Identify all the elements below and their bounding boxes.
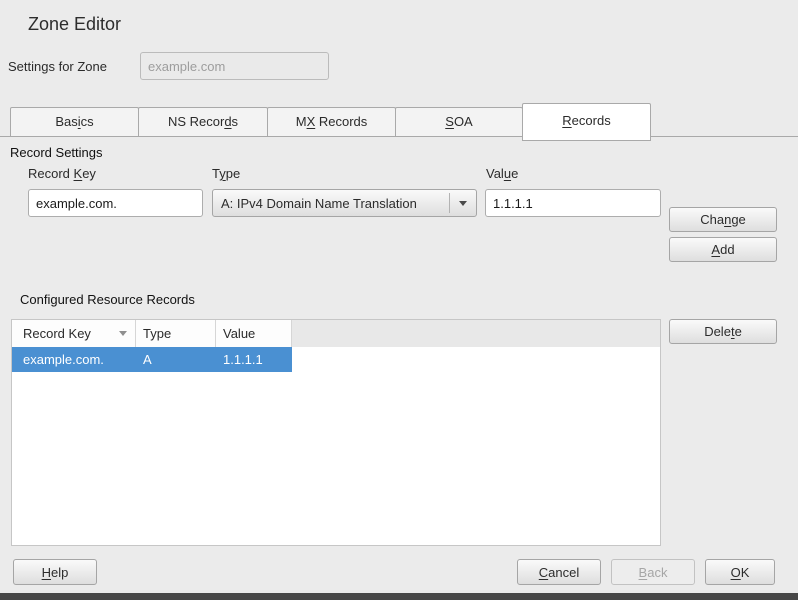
delete-button[interactable]: Delete <box>669 319 777 344</box>
column-header-value[interactable]: Value <box>216 320 292 347</box>
record-key-input[interactable] <box>28 189 203 217</box>
column-header-type-label: Type <box>143 326 171 341</box>
help-button[interactable]: Help <box>13 559 97 585</box>
dropdown-arrow-box <box>449 193 476 213</box>
tab-soa[interactable]: SOA <box>395 107 523 137</box>
table-header-row: Record Key Type Value <box>12 320 660 347</box>
chevron-down-icon <box>459 201 467 206</box>
type-select-value: A: IPv4 Domain Name Translation <box>213 196 449 211</box>
value-label: Value <box>486 166 518 181</box>
tab-records[interactable]: Records <box>522 103 651 141</box>
add-button[interactable]: Add <box>669 237 777 262</box>
column-header-filler <box>292 320 660 347</box>
tab-mx-records[interactable]: MX Records <box>267 107 396 137</box>
zone-input <box>140 52 329 80</box>
record-settings-heading: Record Settings <box>10 145 103 160</box>
sort-descending-icon <box>119 331 127 336</box>
column-header-record-key-label: Record Key <box>23 326 91 341</box>
page-title: Zone Editor <box>28 14 121 35</box>
ok-button[interactable]: OK <box>705 559 775 585</box>
back-button: Back <box>611 559 695 585</box>
cell-type: A <box>136 347 216 372</box>
zone-label: Settings for Zone <box>8 59 107 74</box>
column-header-value-label: Value <box>223 326 255 341</box>
table-row[interactable]: example.com. A 1.1.1.1 <box>12 347 292 372</box>
records-table: Record Key Type Value example.com. A 1.1… <box>11 319 661 546</box>
resource-records-heading: Configured Resource Records <box>20 292 195 307</box>
tab-basics[interactable]: Basics <box>10 107 139 137</box>
cancel-button[interactable]: Cancel <box>517 559 601 585</box>
cell-value: 1.1.1.1 <box>216 347 292 372</box>
change-button[interactable]: Change <box>669 207 777 232</box>
column-header-type[interactable]: Type <box>136 320 216 347</box>
record-key-label: Record Key <box>28 166 96 181</box>
window-edge-bar <box>0 593 798 600</box>
column-header-record-key[interactable]: Record Key <box>12 320 136 347</box>
value-input[interactable] <box>485 189 661 217</box>
type-label: Type <box>212 166 240 181</box>
tab-ns-records[interactable]: NS Records <box>138 107 268 137</box>
cell-record-key: example.com. <box>12 347 136 372</box>
type-select[interactable]: A: IPv4 Domain Name Translation <box>212 189 477 217</box>
